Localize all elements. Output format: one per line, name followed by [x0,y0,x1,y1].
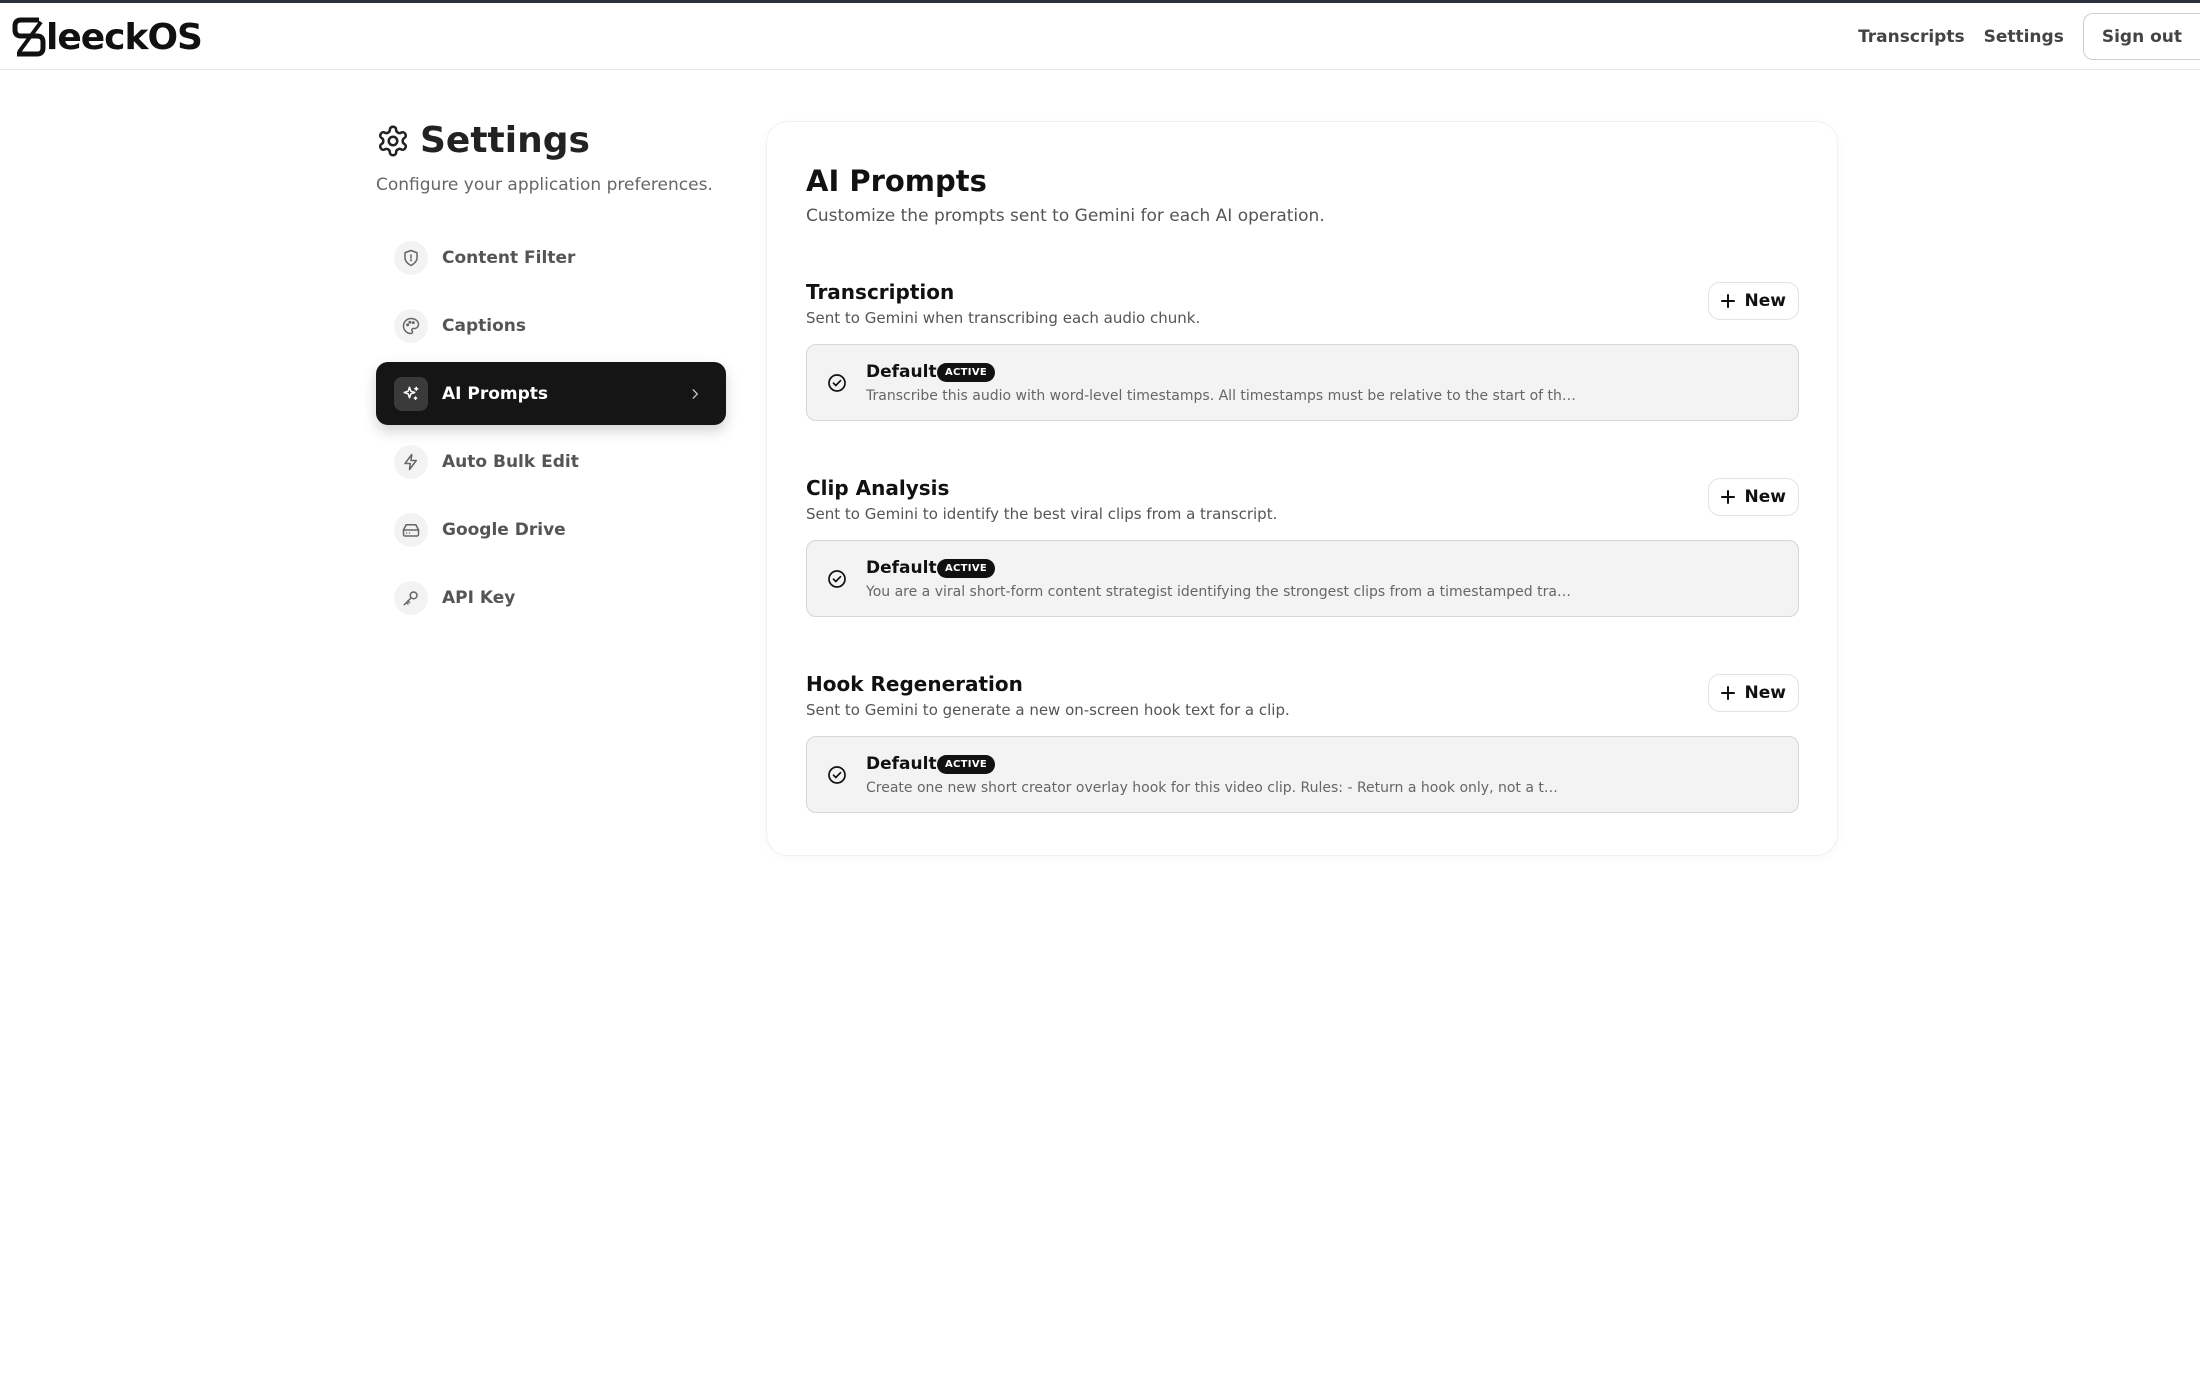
logo-text: leeckOS [46,16,203,58]
panel-subtitle: Customize the prompts sent to Gemini for… [806,206,1325,226]
prompt-preview: You are a viral short-form content strat… [866,584,1571,600]
top-nav: Transcripts Settings Sign out [1858,13,2200,60]
prompt-name: Default [866,362,937,382]
gear-icon [378,125,408,156]
prompt-card[interactable]: Default ACTIVE You are a viral short-for… [806,540,1799,617]
sign-out-button[interactable]: Sign out [2082,13,2200,60]
check-circle-icon [828,374,846,392]
section-subtitle: Sent to Gemini when transcribing each au… [806,309,1201,327]
lightning-icon [404,453,417,470]
sidebar-item-label: Content Filter [442,247,576,268]
ai-prompts-panel: AI Prompts Customize the prompts sent to… [766,121,1838,856]
prompt-card[interactable]: Default ACTIVE Create one new short crea… [806,736,1799,813]
sidebar-item-content-filter[interactable]: Content Filter [376,226,726,289]
section-subtitle: Sent to Gemini to generate a new on-scre… [806,701,1290,719]
drive-icon [402,523,420,537]
sidebar-item-api-key[interactable]: API Key [376,566,726,629]
prompt-name: Default [866,754,937,774]
prompt-name: Default [866,558,937,578]
palette-icon [402,317,420,334]
chevron-right-icon [692,388,699,399]
new-button-label: New [1744,683,1786,703]
sidebar-item-auto-bulk-edit[interactable]: Auto Bulk Edit [376,430,726,493]
section-subtitle: Sent to Gemini to identify the best vira… [806,505,1278,523]
section-transcription: Transcription Sent to Gemini when transc… [806,280,1799,421]
check-circle-icon [828,766,846,784]
section-title: Clip Analysis [806,476,950,500]
sidebar-item-ai-prompts[interactable]: AI Prompts [376,362,726,425]
sidebar-item-label: Captions [442,315,526,336]
panel-title: AI Prompts [806,164,987,198]
sidebar-item-label: Auto Bulk Edit [442,451,579,472]
active-badge: ACTIVE [937,559,995,578]
active-badge: ACTIVE [937,363,995,382]
sidebar-item-captions[interactable]: Captions [376,294,726,357]
settings-sidebar: Content Filter Captions AI Prompts Auto … [376,226,726,634]
nav-settings[interactable]: Settings [1984,27,2064,47]
sleeck-s-logo-icon [12,17,46,57]
plus-icon [1720,294,1735,308]
prompt-card[interactable]: Default ACTIVE Transcribe this audio wit… [806,344,1799,421]
sidebar-item-label: AI Prompts [442,383,549,404]
plus-icon [1720,686,1735,700]
new-prompt-button[interactable]: New [1707,674,1799,712]
logo[interactable]: leeckOS [11,16,203,58]
sidebar-item-label: Google Drive [442,519,566,540]
section-hook-regeneration: Hook Regeneration Sent to Gemini to gene… [806,672,1799,813]
settings-subtitle: Configure your application preferences. [376,175,713,195]
new-button-label: New [1744,487,1786,507]
key-icon [403,590,418,605]
plus-icon [1720,490,1735,504]
new-prompt-button[interactable]: New [1707,478,1799,516]
nav-transcripts[interactable]: Transcripts [1858,27,1965,47]
section-title: Hook Regeneration [806,672,1023,696]
active-badge: ACTIVE [937,755,995,774]
prompt-preview: Transcribe this audio with word-level ti… [866,388,1576,404]
sidebar-item-google-drive[interactable]: Google Drive [376,498,726,561]
app-header: leeckOS Transcripts Settings Sign out [0,3,2200,70]
sidebar-item-label: API Key [442,587,516,608]
shield-icon [404,249,418,266]
new-prompt-button[interactable]: New [1707,282,1799,320]
page-title: Settings [376,120,590,161]
settings-heading: Settings [420,120,590,161]
section-title: Transcription [806,280,955,304]
sparkles-icon [403,386,419,400]
prompt-preview: Create one new short creator overlay hoo… [866,780,1558,796]
section-clip-analysis: Clip Analysis Sent to Gemini to identify… [806,476,1799,617]
new-button-label: New [1744,291,1786,311]
check-circle-icon [828,570,846,588]
